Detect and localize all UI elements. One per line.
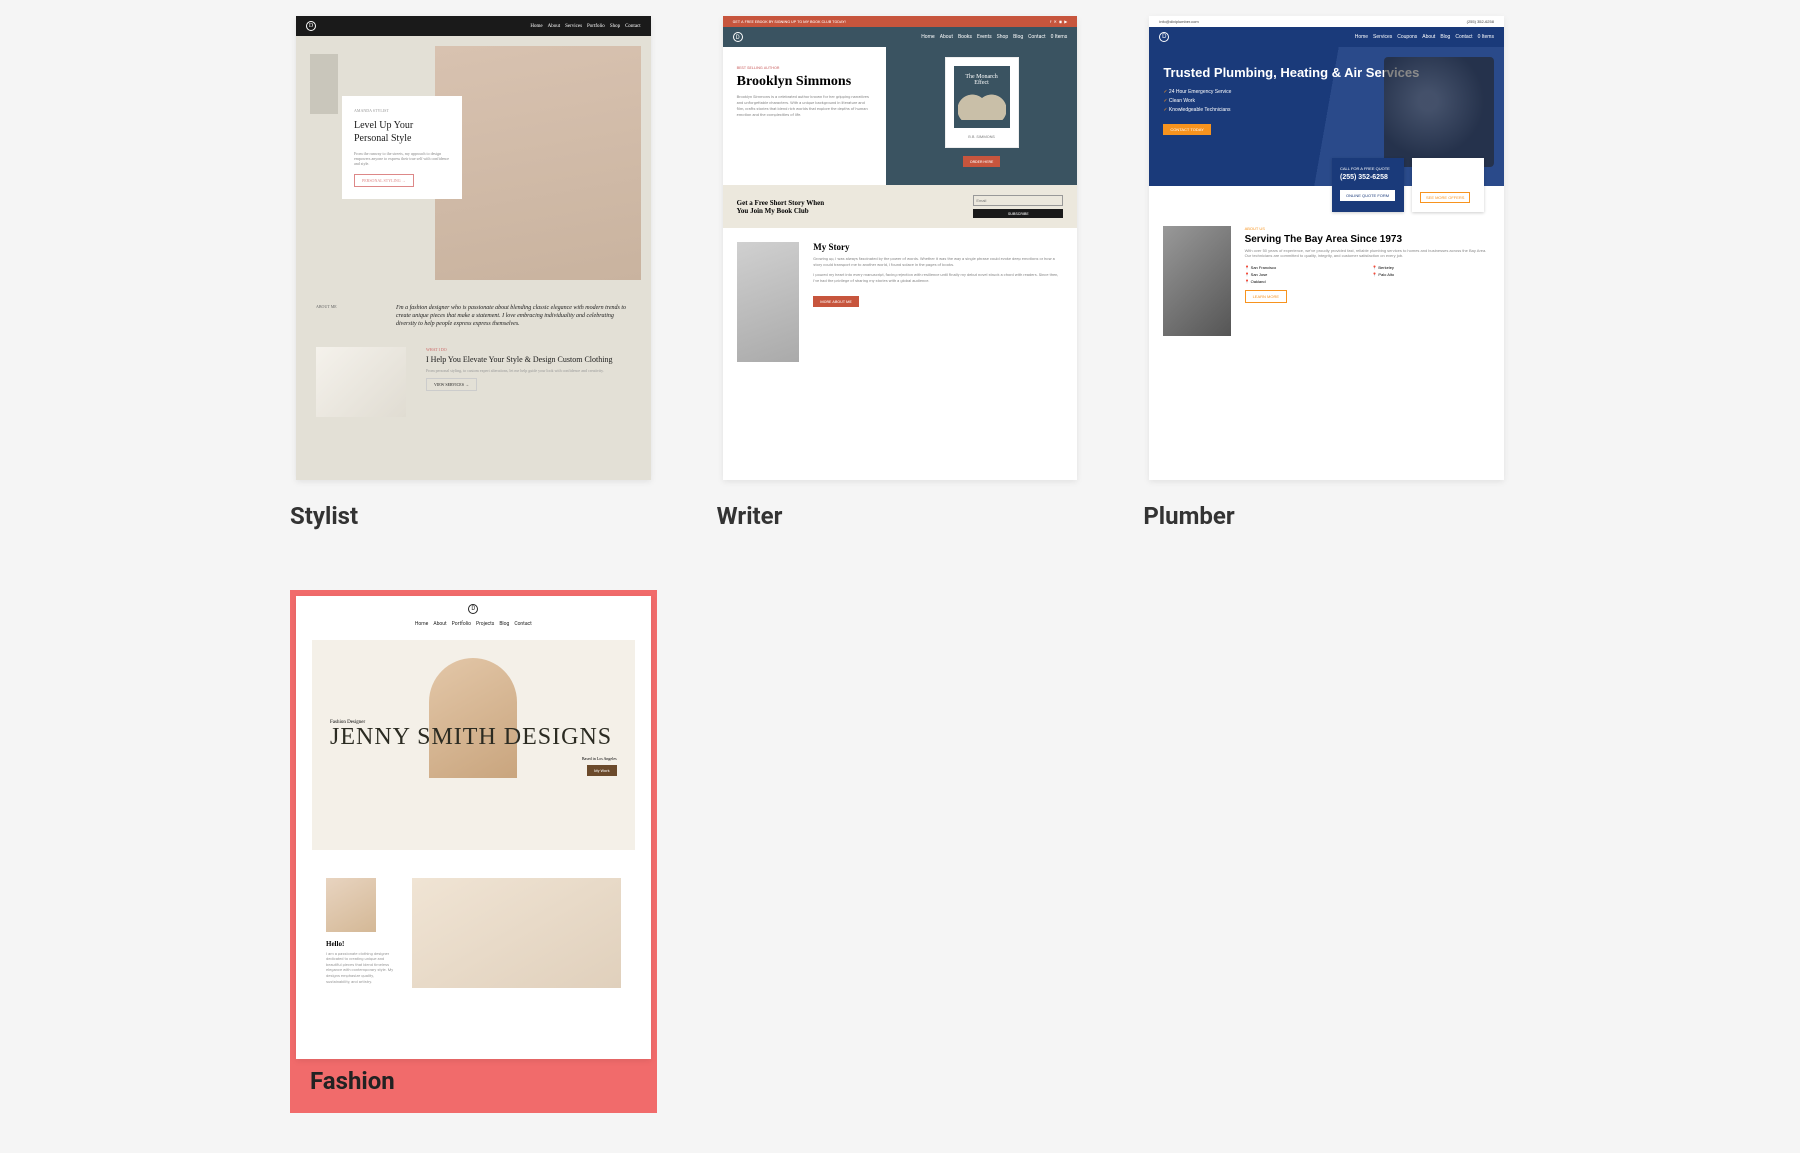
logo-icon: D bbox=[306, 21, 316, 31]
template-thumbnail: GET A FREE EBOOK BY SIGNING UP TO MY BOO… bbox=[723, 16, 1078, 480]
hero-headline: Level Up Your Personal Style bbox=[354, 119, 450, 145]
template-label: Writer bbox=[717, 486, 1084, 530]
logo-icon: D bbox=[733, 32, 743, 42]
hero-portrait bbox=[429, 658, 517, 778]
template-card-fashion[interactable]: D HomeAboutPortfolioProjectsBlogContact … bbox=[290, 590, 657, 1114]
hero-image bbox=[435, 46, 641, 280]
template-card-plumber[interactable]: info@diviplumber.com(255) 352-6258 D Hom… bbox=[1143, 10, 1510, 530]
template-grid: D HomeAboutServicesPortfolioShopContact … bbox=[0, 0, 1800, 1153]
hero-headline: JENNY SMITH DESIGNS bbox=[330, 725, 617, 750]
site-nav: D HomeAboutServicesPortfolioShopContact bbox=[296, 16, 651, 36]
template-thumbnail: D HomeAboutPortfolioProjectsBlogContact … bbox=[296, 596, 651, 1060]
template-card-stylist[interactable]: D HomeAboutServicesPortfolioShopContact … bbox=[290, 10, 657, 530]
subscribe-button: SUBSCRIBE bbox=[973, 209, 1063, 218]
email-input bbox=[973, 195, 1063, 206]
template-thumbnail: info@diviplumber.com(255) 352-6258 D Hom… bbox=[1149, 16, 1504, 480]
logo-icon: D bbox=[1159, 32, 1169, 42]
promo-bar: GET A FREE EBOOK BY SIGNING UP TO MY BOO… bbox=[723, 16, 1078, 27]
intro-photo bbox=[326, 878, 376, 932]
hero-image bbox=[1384, 57, 1494, 167]
offer-card: 25% Off for First Time Customers SEE MOR… bbox=[1412, 158, 1484, 212]
detail-photo bbox=[412, 878, 621, 988]
order-button: ORDER HERE bbox=[963, 156, 1000, 167]
about-image bbox=[1163, 226, 1230, 336]
cta-button: My Work bbox=[587, 765, 617, 776]
template-label: Plumber bbox=[1143, 486, 1510, 530]
section-image bbox=[316, 347, 406, 417]
quote-card: CALL FOR A FREE QUOTE (255) 352-6258 ONL… bbox=[1332, 158, 1404, 212]
logo-icon: D bbox=[468, 604, 478, 614]
book-cover: The Monarch Effect B.B. SIMMONS bbox=[945, 57, 1019, 148]
template-card-writer[interactable]: GET A FREE EBOOK BY SIGNING UP TO MY BOO… bbox=[717, 10, 1084, 530]
author-name: Brooklyn Simmons bbox=[737, 74, 872, 90]
template-thumbnail: D HomeAboutServicesPortfolioShopContact … bbox=[296, 16, 651, 480]
author-photo bbox=[737, 242, 800, 362]
cta-button: PERSONAL STYLING → bbox=[354, 174, 414, 187]
cta-button: CONTACT TODAY bbox=[1163, 124, 1210, 135]
template-label: Fashion bbox=[296, 1059, 651, 1107]
template-label: Stylist bbox=[290, 486, 657, 530]
